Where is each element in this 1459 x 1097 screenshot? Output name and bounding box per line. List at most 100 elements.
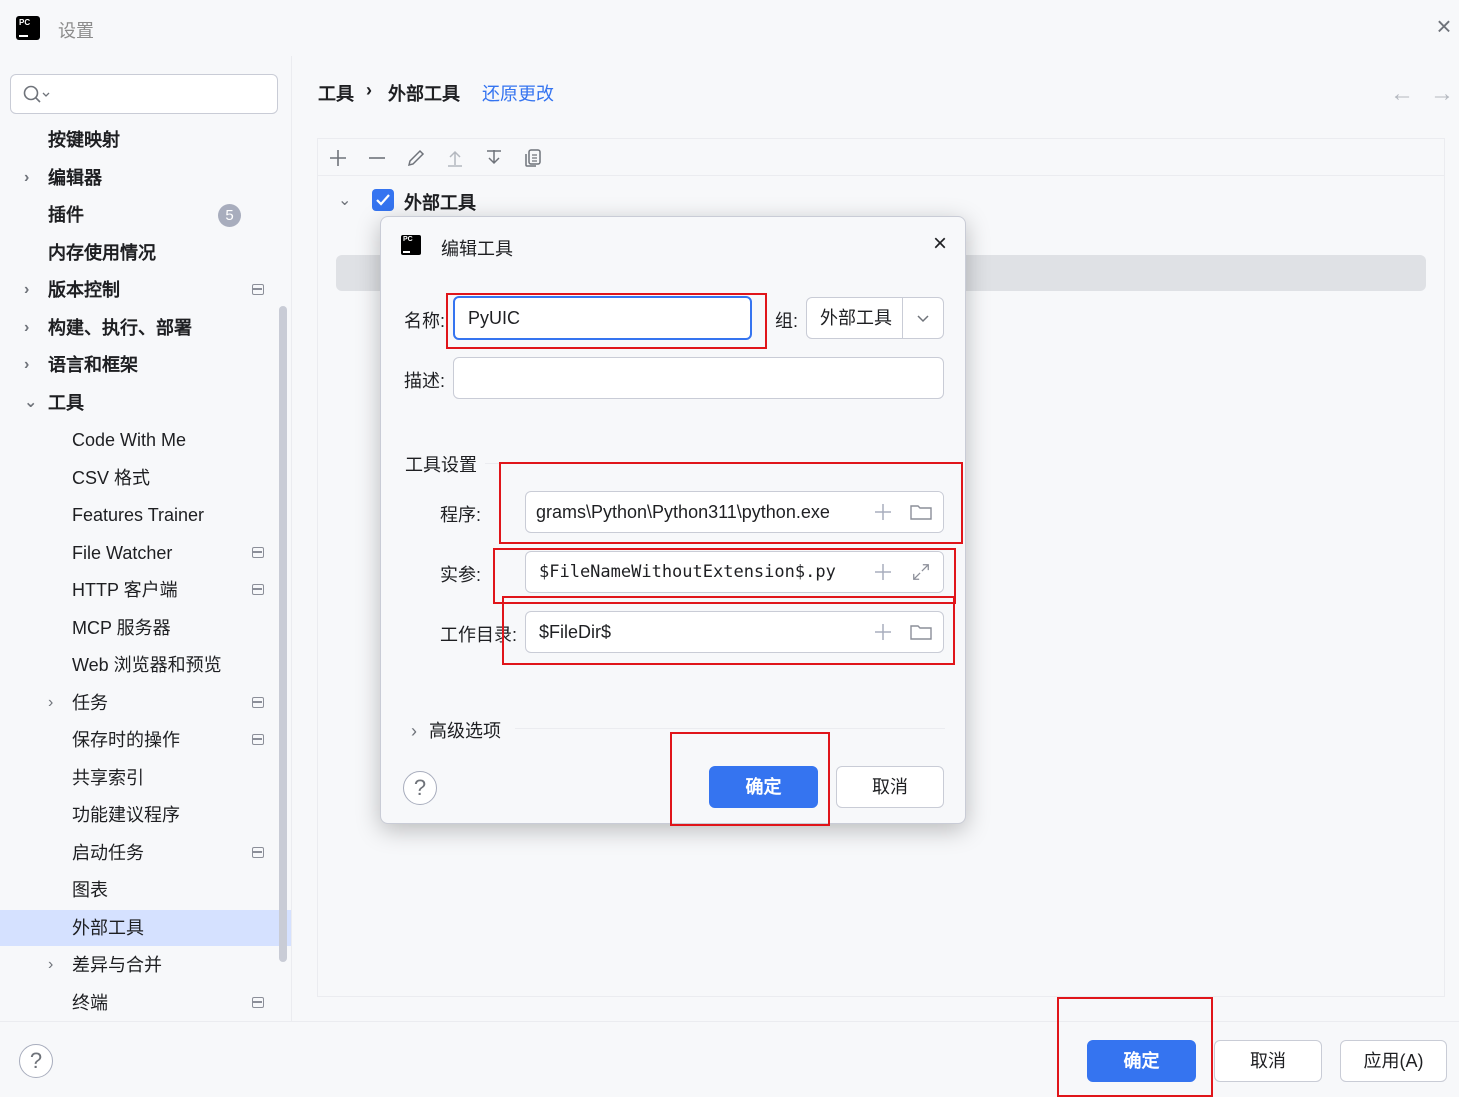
- project-level-icon: [252, 697, 264, 708]
- dialog-close-icon[interactable]: ×: [929, 232, 951, 256]
- collapse-chevron-icon[interactable]: ⌄: [338, 190, 351, 210]
- remove-icon[interactable]: [366, 147, 388, 169]
- move-down-icon[interactable]: [483, 147, 505, 169]
- annotation-box-workdir: [502, 596, 955, 665]
- sidebar-item[interactable]: › 版本控制: [0, 272, 291, 308]
- sidebar-item[interactable]: › 语言和框架: [0, 347, 291, 383]
- sidebar-item-label: 按键映射: [48, 130, 120, 150]
- edit-icon[interactable]: [405, 147, 427, 169]
- sidebar-item-label: 插件: [48, 205, 84, 225]
- group-combo[interactable]: 外部工具: [806, 297, 944, 339]
- annotation-box-program: [499, 462, 963, 544]
- sidebar-item[interactable]: HTTP 客户端: [0, 572, 291, 608]
- tool-group-checkbox[interactable]: [372, 189, 394, 211]
- update-count-badge: 5: [218, 204, 241, 227]
- sidebar-item[interactable]: › 编辑器: [0, 160, 291, 196]
- advanced-divider: [515, 728, 945, 729]
- tool-group-label: 外部工具: [404, 193, 476, 213]
- chevron-down-icon[interactable]: [902, 298, 943, 338]
- sidebar-item[interactable]: 图表: [0, 872, 291, 908]
- pycharm-logo-icon: PC: [399, 233, 423, 257]
- sidebar-item[interactable]: 功能建议程序: [0, 797, 291, 833]
- sidebar-item-label: 内存使用情况: [48, 243, 156, 263]
- chevron-right-icon[interactable]: ›: [24, 310, 40, 346]
- project-level-icon: [252, 547, 264, 558]
- project-level-icon: [252, 734, 264, 745]
- chevron-right-icon[interactable]: ›: [24, 272, 40, 308]
- copy-icon[interactable]: [522, 147, 544, 169]
- sidebar-item-label: 编辑器: [48, 168, 102, 188]
- sidebar-item[interactable]: ⌄ 工具: [0, 385, 291, 421]
- add-icon[interactable]: [327, 147, 349, 169]
- sidebar-item-label: 启动任务: [72, 843, 144, 863]
- program-label: 程序:: [440, 505, 482, 525]
- sidebar-item-label: 版本控制: [48, 280, 120, 300]
- settings-sidebar: 按键映射 › 编辑器插件 5 内存使用情况 › 版本控制 › 构建、执行、部署 › 语言和框架 ⌄ 工具…: [0, 56, 292, 1021]
- chevron-right-icon[interactable]: ›: [24, 347, 40, 383]
- sidebar-item-label: 构建、执行、部署: [48, 318, 192, 338]
- sidebar-item-label: 工具: [48, 393, 84, 413]
- help-icon[interactable]: ?: [19, 1044, 53, 1078]
- revert-changes-link[interactable]: 还原更改: [482, 80, 554, 106]
- settings-search-input[interactable]: [10, 74, 278, 114]
- move-up-icon[interactable]: [444, 147, 466, 169]
- chevron-right-icon[interactable]: ›: [24, 160, 40, 196]
- apply-button[interactable]: 应用(A): [1340, 1040, 1447, 1082]
- advanced-options-label: 高级选项: [429, 721, 501, 741]
- window-title: 设置: [58, 21, 94, 41]
- annotation-box-name: [446, 293, 767, 349]
- sidebar-item[interactable]: CSV 格式: [0, 460, 291, 496]
- sidebar-item[interactable]: › 差异与合并: [0, 947, 291, 983]
- sidebar-item-label: CSV 格式: [72, 468, 151, 488]
- sidebar-item-label: 终端: [72, 993, 108, 1013]
- chevron-right-icon: ›: [411, 721, 417, 741]
- sidebar-item[interactable]: 内存使用情况: [0, 235, 291, 271]
- cancel-button[interactable]: 取消: [1214, 1040, 1322, 1082]
- sidebar-item[interactable]: 共享索引: [0, 760, 291, 796]
- group-label: 组:: [775, 311, 799, 331]
- pycharm-logo-icon: PC: [13, 13, 43, 43]
- breadcrumb-parent[interactable]: 工具: [318, 80, 354, 106]
- sidebar-item[interactable]: 插件 5: [0, 197, 291, 233]
- annotation-box-dialog-ok: [670, 732, 830, 826]
- forward-arrow-icon[interactable]: →: [1430, 82, 1454, 106]
- chevron-right-icon[interactable]: ›: [48, 947, 64, 983]
- sidebar-item-label: 外部工具: [72, 918, 144, 938]
- sidebar-item[interactable]: › 任务: [0, 685, 291, 721]
- sidebar-item-label: 功能建议程序: [72, 805, 180, 825]
- breadcrumb-current: 外部工具: [388, 84, 460, 104]
- sidebar-item[interactable]: 终端: [0, 985, 291, 1021]
- dialog-title: 编辑工具: [441, 239, 513, 259]
- description-input[interactable]: [453, 357, 944, 399]
- sidebar-item[interactable]: 外部工具: [0, 910, 291, 946]
- sidebar-item-label: 差异与合并: [72, 955, 162, 975]
- sidebar-item-label: 任务: [72, 693, 108, 713]
- tool-settings-title: 工具设置: [405, 455, 477, 475]
- description-label: 描述:: [404, 371, 446, 391]
- sidebar-item[interactable]: 启动任务: [0, 835, 291, 871]
- sidebar-item[interactable]: 按键映射: [0, 122, 291, 158]
- arguments-label: 实参:: [440, 565, 482, 585]
- chevron-down-icon[interactable]: ⌄: [24, 385, 40, 421]
- window-close-icon[interactable]: ×: [1432, 13, 1456, 39]
- sidebar-item-label: 共享索引: [72, 768, 144, 788]
- dialog-cancel-button[interactable]: 取消: [836, 766, 944, 808]
- sidebar-item[interactable]: 保存时的操作: [0, 722, 291, 758]
- dialog-help-icon[interactable]: ?: [403, 771, 437, 805]
- sidebar-item[interactable]: File Watcher: [0, 535, 291, 571]
- sidebar-item[interactable]: Web 浏览器和预览: [0, 647, 291, 683]
- project-level-icon: [252, 997, 264, 1008]
- settings-footer: ? 确定 取消 应用(A): [0, 1021, 1459, 1097]
- chevron-right-icon[interactable]: ›: [48, 685, 64, 721]
- back-arrow-icon[interactable]: ←: [1390, 82, 1414, 106]
- sidebar-item[interactable]: › 构建、执行、部署: [0, 310, 291, 346]
- project-level-icon: [252, 847, 264, 858]
- advanced-options-toggle[interactable]: › 高级选项: [411, 717, 501, 743]
- sidebar-item-label: File Watcher: [72, 543, 173, 563]
- sidebar-item[interactable]: MCP 服务器: [0, 610, 291, 646]
- sidebar-item-label: HTTP 客户端: [72, 580, 178, 600]
- sidebar-item[interactable]: Code With Me: [0, 422, 291, 458]
- sidebar-scrollbar[interactable]: [279, 306, 287, 962]
- sidebar-item-label: MCP 服务器: [72, 618, 171, 638]
- sidebar-item[interactable]: Features Trainer: [0, 497, 291, 533]
